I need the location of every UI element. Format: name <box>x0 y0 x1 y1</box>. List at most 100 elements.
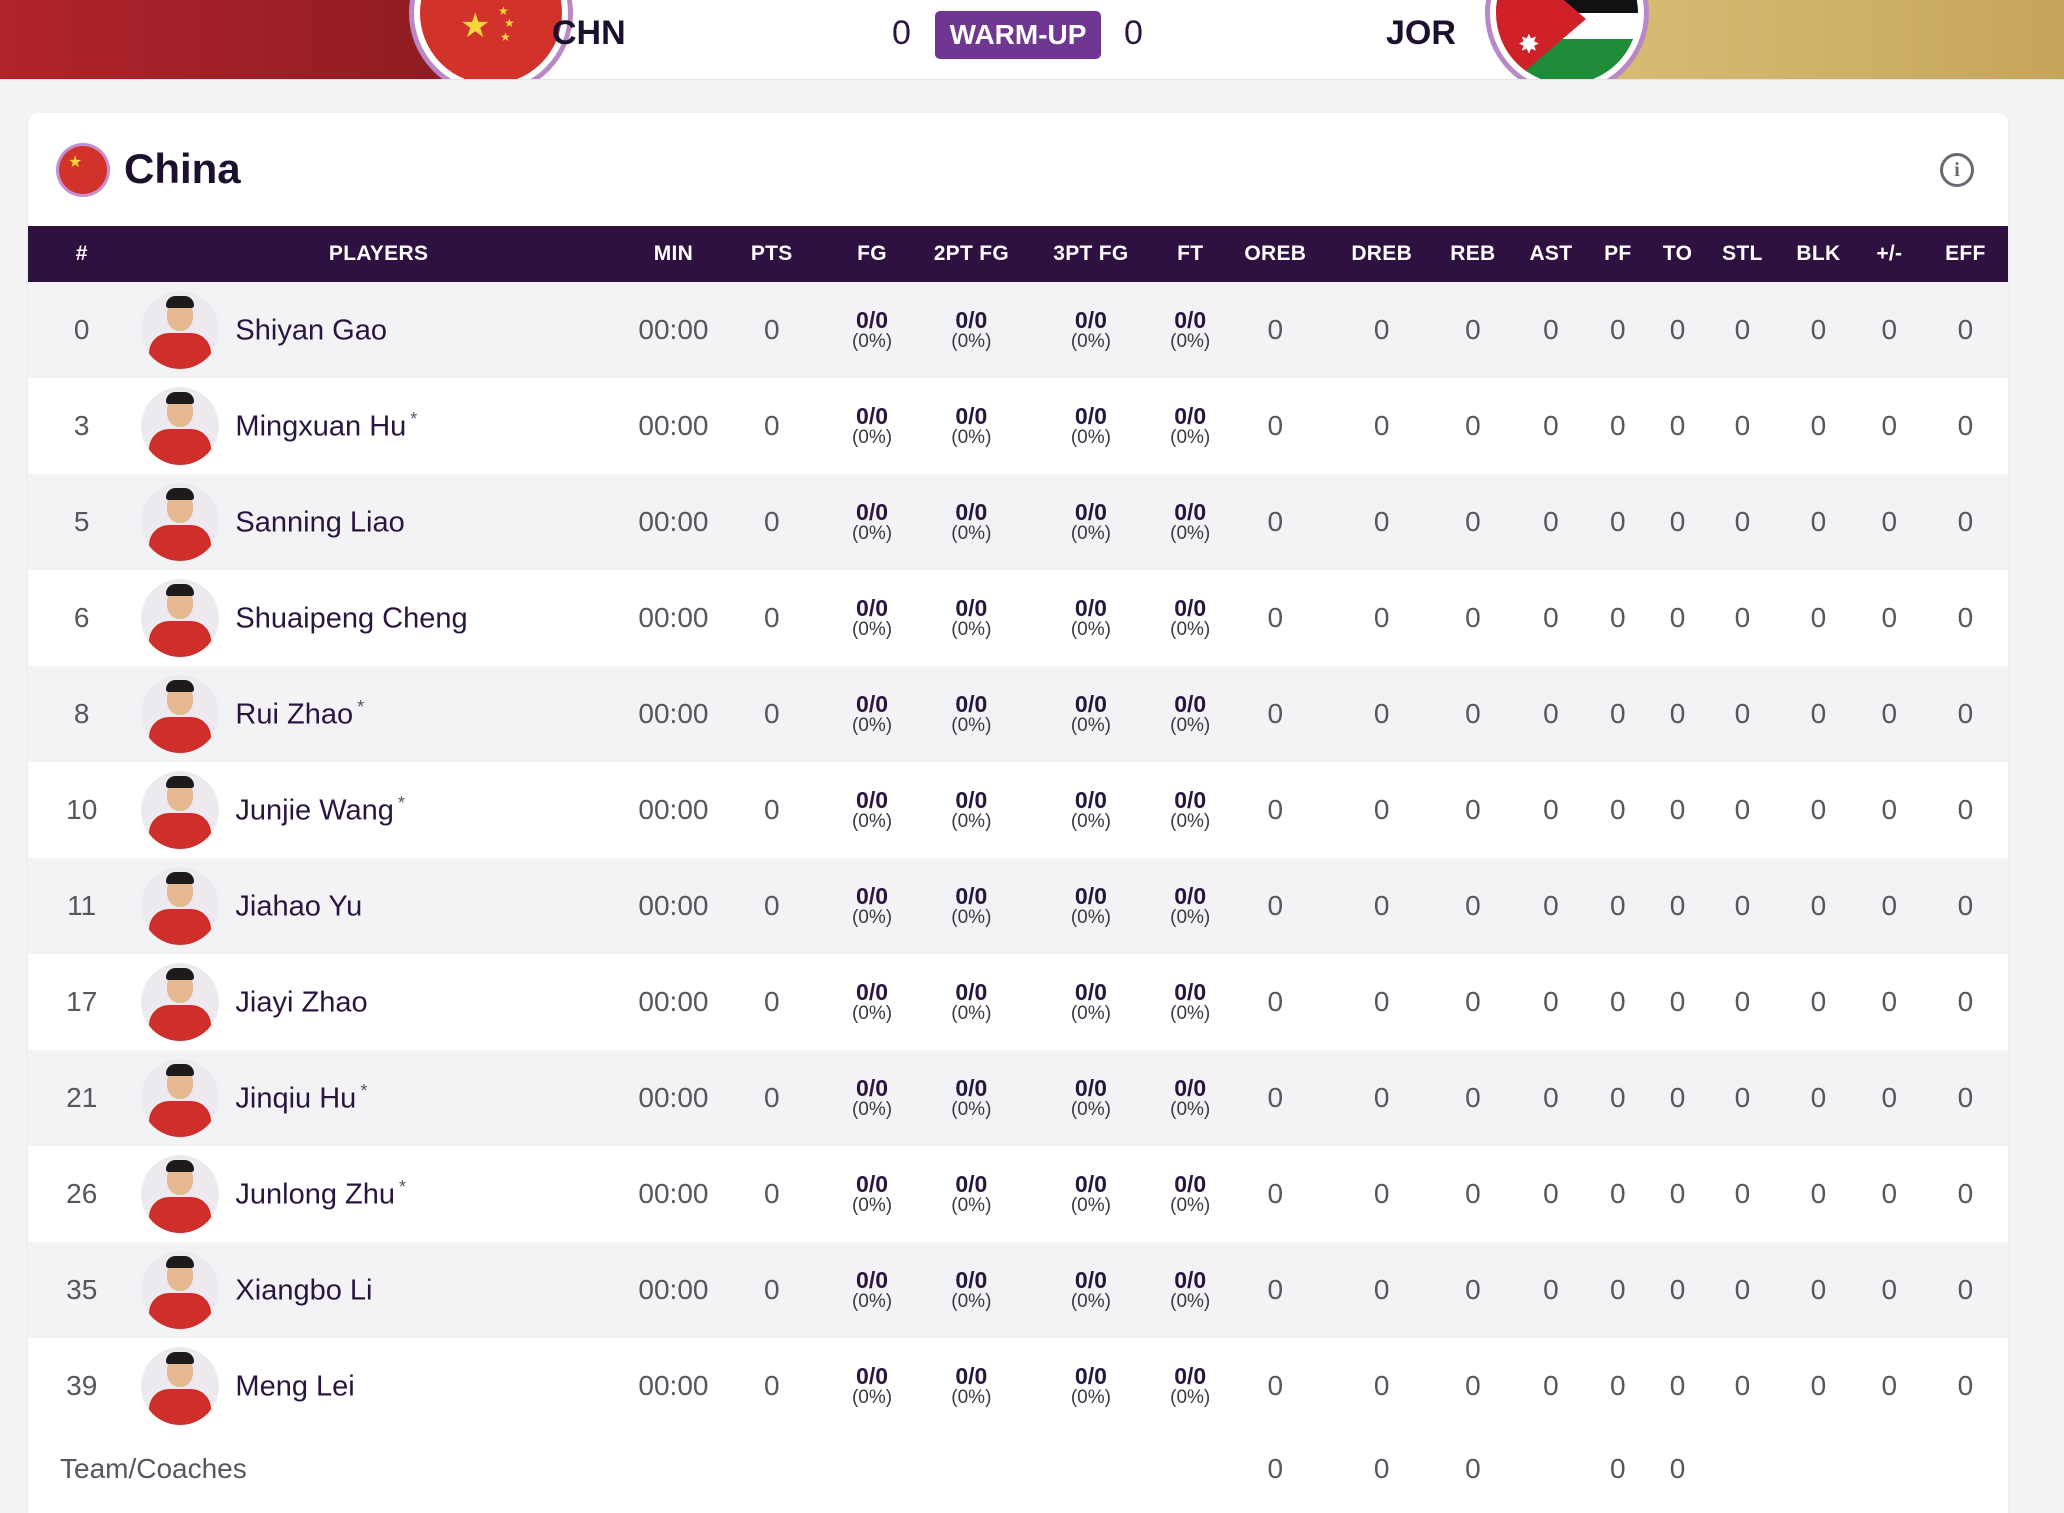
stat-2pt-fg: 0/0 (0%) <box>951 1170 992 1217</box>
col-header-reb[interactable]: REB <box>1428 226 1517 282</box>
stat-fg: 0/0 (0%) <box>851 402 893 449</box>
player-name-link[interactable]: Shuaipeng Cheng <box>235 601 471 636</box>
player-name-link[interactable]: Junlong Zhu * <box>235 1177 406 1212</box>
col-header-ft[interactable]: FT <box>1165 226 1216 282</box>
stat-blk: 0 <box>1810 314 1827 345</box>
away-team-code[interactable]: JOR <box>1386 14 1456 53</box>
stat-stl: 0 <box>1734 1274 1751 1305</box>
col-header-blk[interactable]: BLK <box>1781 226 1856 282</box>
player-row[interactable]: 11 Jiahao Yu 00:00 0 0/0 (0%) 0/0 (0%) 0/0… <box>28 858 2008 954</box>
col-header-eff[interactable]: EFF <box>1923 226 2008 282</box>
stat-to: 0 <box>1669 506 1686 537</box>
jersey-number: 6 <box>73 602 90 633</box>
stat-fg: 0/0 (0%) <box>851 978 893 1025</box>
col-header-ast[interactable]: AST <box>1517 226 1584 282</box>
col-header-oreb[interactable]: OREB <box>1216 226 1336 282</box>
player-cell[interactable]: Jiahao Yu <box>135 858 621 954</box>
stat-ft: 0/0 (0%) <box>1170 690 1211 737</box>
home-team-code[interactable]: CHN <box>552 14 626 53</box>
stat-pf: 0 <box>1609 602 1626 633</box>
player-name-link[interactable]: Xiangbo Li <box>235 1273 376 1308</box>
player-name-link[interactable]: Jiayi Zhao <box>235 985 371 1020</box>
player-row[interactable]: 5 Sanning Liao 00:00 0 0/0 (0%) 0/0 (0%) 0… <box>28 474 2008 570</box>
china-flag-icon[interactable]: ★ ★ ★ ★ <box>414 0 568 79</box>
player-avatar <box>141 771 220 849</box>
stat-ast: 0 <box>1543 890 1559 921</box>
col-header-players[interactable]: PLAYERS <box>135 226 621 282</box>
player-name-link[interactable]: Shiyan Gao <box>235 313 391 348</box>
stat-plus-minus: 0 <box>1881 410 1898 441</box>
player-row[interactable]: 39 Meng Lei 00:00 0 0/0 (0%) 0/0 (0%) 0/0(… <box>28 1338 2008 1434</box>
col-header-to[interactable]: TO <box>1651 226 1704 282</box>
player-cell[interactable]: Meng Lei <box>135 1338 621 1434</box>
stat-2pt-fg: 0/0 (0%) <box>951 882 992 929</box>
player-cell[interactable]: Mingxuan Hu * <box>135 378 621 474</box>
player-row[interactable]: 17 Jiayi Zhao 00:00 0 0/0 (0%) 0/0 (0%) 0/… <box>28 954 2008 1050</box>
player-name-link[interactable]: Jinqiu Hu * <box>235 1081 367 1116</box>
stat-oreb: 0 <box>1267 1082 1284 1113</box>
player-row[interactable]: 35 Xiangbo Li 00:00 0 0/0 (0%) 0/0 (0%) 0/… <box>28 1242 2008 1338</box>
player-cell[interactable]: Junlong Zhu * <box>135 1146 621 1242</box>
stat-ast: 0 <box>1543 602 1559 633</box>
stat-to: 0 <box>1669 1370 1686 1401</box>
stat-eff: 0 <box>1957 794 1974 825</box>
player-row[interactable]: 26 Junlong Zhu * 00:00 0 0/0 (0%) 0/0 (0%) … <box>28 1146 2008 1242</box>
info-icon[interactable]: i <box>1940 153 1974 187</box>
stat-2pt-fg: 0/0 (0%) <box>951 306 992 353</box>
player-row[interactable]: 8 Rui Zhao * 00:00 0 0/0 (0%) 0/0 (0%) 0/0(… <box>28 666 2008 762</box>
col-header-number[interactable]: # <box>28 226 135 282</box>
stat-3pt-fg: 0/0 (0%) <box>1070 498 1111 545</box>
player-cell[interactable]: Sanning Liao <box>135 474 621 570</box>
player-name-link[interactable]: Mingxuan Hu * <box>235 409 417 444</box>
player-cell[interactable]: Jinqiu Hu * <box>135 1050 621 1146</box>
player-name-link[interactable]: Jiahao Yu <box>235 889 366 924</box>
stat-oreb: 0 <box>1267 1370 1284 1401</box>
col-header-min[interactable]: MIN <box>622 226 725 282</box>
player-row[interactable]: 3 Mingxuan Hu * 00:00 0 0/0 (0%) 0/0 (0%) 0… <box>28 378 2008 474</box>
col-header-stl[interactable]: STL <box>1704 226 1781 282</box>
player-cell[interactable]: Shiyan Gao <box>135 282 621 378</box>
col-header-plus-minus[interactable]: +/- <box>1856 226 1923 282</box>
player-row[interactable]: 10 Junjie Wang * 00:00 0 0/0 (0%) 0/0 (0%) … <box>28 762 2008 858</box>
col-header-pf[interactable]: PF <box>1584 226 1651 282</box>
team-stat-ast <box>1517 1434 1584 1504</box>
stat-stl: 0 <box>1734 1082 1751 1113</box>
stat-oreb: 0 <box>1267 794 1284 825</box>
col-header-dreb[interactable]: DREB <box>1335 226 1428 282</box>
stat-ast: 0 <box>1543 506 1559 537</box>
player-name-link[interactable]: Meng Lei <box>235 1369 358 1404</box>
stat-ft: 0/0 (0%) <box>1170 1170 1211 1217</box>
col-header-fg[interactable]: FG <box>818 226 925 282</box>
player-row[interactable]: 0 Shiyan Gao 00:00 0 0/0 (0%) 0/0 (0%) 0/0… <box>28 282 2008 378</box>
col-header-pts[interactable]: PTS <box>725 226 818 282</box>
stat-min: 00:00 <box>638 794 709 825</box>
player-cell[interactable]: Shuaipeng Cheng <box>135 570 621 666</box>
stat-ast: 0 <box>1543 1178 1559 1209</box>
player-row[interactable]: 6 Shuaipeng Cheng 00:00 0 0/0 (0%) 0/0 (0%… <box>28 570 2008 666</box>
player-name-link[interactable]: Junjie Wang * <box>235 793 405 828</box>
stat-plus-minus: 0 <box>1881 890 1898 921</box>
col-header-2pt-fg[interactable]: 2PT FG <box>926 226 1017 282</box>
col-header-3pt-fg[interactable]: 3PT FG <box>1017 226 1165 282</box>
stat-2pt-fg: 0/0 (0%) <box>951 594 992 641</box>
stat-2pt-fg: 0/0 (0%) <box>951 1074 992 1121</box>
player-cell[interactable]: Xiangbo Li <box>135 1242 621 1338</box>
stat-3pt-fg: 0/0 (0%) <box>1070 882 1111 929</box>
stat-eff: 0 <box>1957 506 1974 537</box>
player-name-link[interactable]: Rui Zhao * <box>235 697 364 732</box>
stat-oreb: 0 <box>1267 1274 1284 1305</box>
player-cell[interactable]: Jiayi Zhao <box>135 954 621 1050</box>
stat-3pt-fg: 0/0 (0%) <box>1070 1266 1111 1313</box>
stat-oreb: 0 <box>1267 602 1284 633</box>
stat-3pt-fg: 0/0 (0%) <box>1070 690 1111 737</box>
player-row[interactable]: 21 Jinqiu Hu * 00:00 0 0/0 (0%) 0/0 (0%) 0/… <box>28 1050 2008 1146</box>
stat-to: 0 <box>1669 698 1686 729</box>
stat-stl: 0 <box>1734 986 1751 1017</box>
stat-stl: 0 <box>1734 890 1751 921</box>
player-cell[interactable]: Rui Zhao * <box>135 666 621 762</box>
jordan-flag-icon[interactable]: ✸ <box>1490 0 1644 79</box>
stat-eff: 0 <box>1957 1370 1974 1401</box>
player-name-link[interactable]: Sanning Liao <box>235 505 408 540</box>
stat-reb: 0 <box>1465 890 1481 921</box>
player-cell[interactable]: Junjie Wang * <box>135 762 621 858</box>
